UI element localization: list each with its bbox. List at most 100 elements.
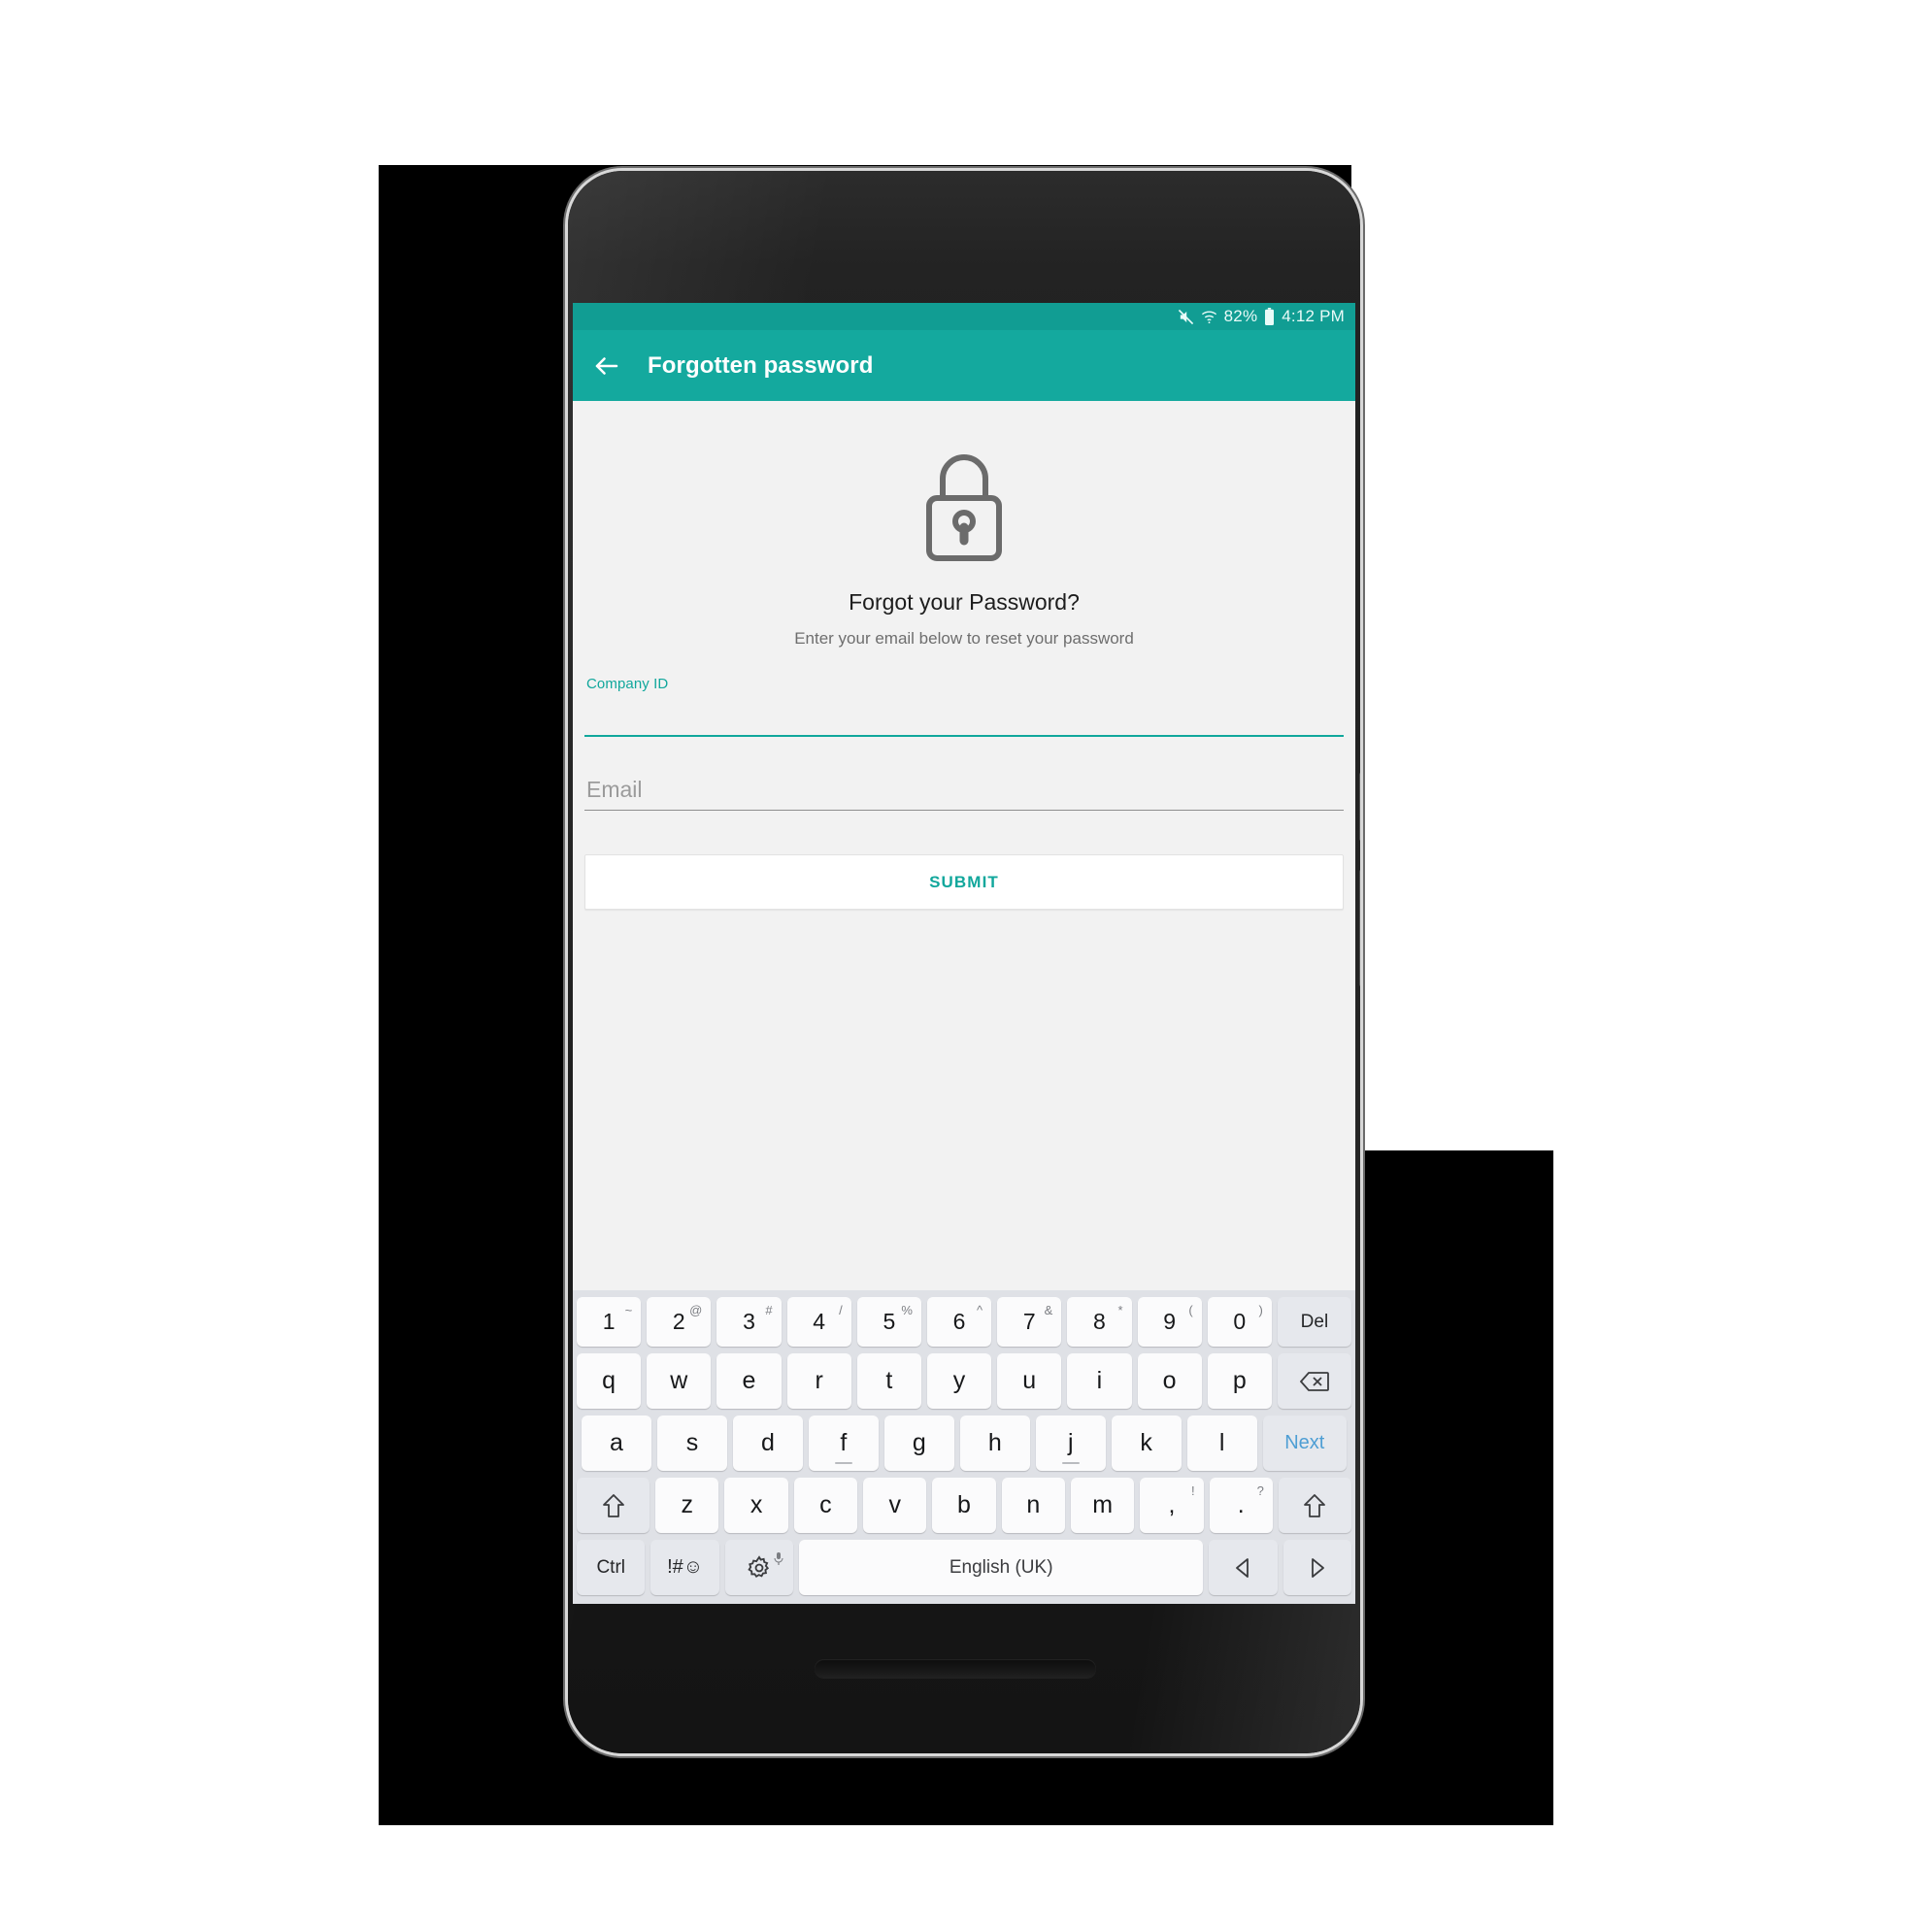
shift-icon-left[interactable] xyxy=(576,1478,650,1533)
key-label: 3 xyxy=(743,1309,755,1334)
key-1[interactable]: 1 ~ xyxy=(577,1297,642,1347)
key-label: u xyxy=(1022,1367,1037,1394)
key-label: p xyxy=(1232,1367,1247,1394)
lock-icon xyxy=(926,454,1002,561)
key-q[interactable]: q xyxy=(577,1353,642,1409)
content-area: Forgot your Password? Enter your email b… xyxy=(573,401,1355,1604)
key-o[interactable]: o xyxy=(1137,1353,1202,1409)
key-sup-label: ~ xyxy=(624,1303,633,1317)
key-sup-label: ( xyxy=(1188,1303,1193,1317)
email-input[interactable] xyxy=(584,767,1344,810)
key-label: i xyxy=(1096,1367,1103,1394)
lock-illustration xyxy=(573,401,1355,564)
key-t[interactable]: t xyxy=(856,1353,921,1409)
company-id-label: Company ID xyxy=(586,676,669,692)
key-c[interactable]: c xyxy=(793,1478,858,1533)
key-label: k xyxy=(1140,1429,1152,1456)
key-d[interactable]: d xyxy=(732,1416,803,1471)
key-period[interactable]: .? xyxy=(1209,1478,1273,1533)
key-label: x xyxy=(749,1491,763,1518)
key-i[interactable]: i xyxy=(1067,1353,1132,1409)
key-label: y xyxy=(952,1367,966,1394)
key-u[interactable]: u xyxy=(997,1353,1062,1409)
key-0[interactable]: 0) xyxy=(1207,1297,1272,1347)
key-label: o xyxy=(1162,1367,1177,1394)
key-f[interactable]: f xyxy=(808,1416,879,1471)
company-id-field[interactable]: Company ID xyxy=(584,676,1344,737)
key-y[interactable]: y xyxy=(926,1353,992,1409)
key-label: j xyxy=(1067,1429,1074,1456)
key-label: g xyxy=(912,1429,926,1456)
key-label: q xyxy=(602,1367,616,1394)
wifi-icon xyxy=(1201,310,1217,324)
backspace-icon[interactable] xyxy=(1277,1353,1351,1409)
company-id-input[interactable] xyxy=(584,692,1344,735)
key-x[interactable]: x xyxy=(724,1478,788,1533)
keyboard-row-numbers: 1 ~ 2 @ 3 # 4/ 5% 6 ^ 7 & 8 * 9( 0) Del xyxy=(577,1297,1351,1347)
key-z[interactable]: z xyxy=(655,1478,719,1533)
key-sup-label: ? xyxy=(1256,1483,1264,1498)
key-h[interactable]: h xyxy=(959,1416,1030,1471)
backdrop-rect-right xyxy=(1351,1150,1553,1825)
key-next[interactable]: Next xyxy=(1262,1416,1347,1471)
key-label: e xyxy=(742,1367,756,1394)
email-field[interactable] xyxy=(584,767,1344,811)
space-bar[interactable]: English (UK) xyxy=(799,1540,1204,1595)
key-b[interactable]: b xyxy=(932,1478,996,1533)
key-sup-label: % xyxy=(901,1303,913,1317)
key-k[interactable]: k xyxy=(1111,1416,1182,1471)
key-9[interactable]: 9( xyxy=(1137,1297,1202,1347)
page-title: Forgotten password xyxy=(648,351,874,379)
key-label: 2 xyxy=(672,1309,685,1334)
volume-button[interactable] xyxy=(1359,870,1360,986)
keyboard-row-home: a s d f g h j k l Next xyxy=(577,1416,1351,1471)
key-delete[interactable]: Del xyxy=(1277,1297,1351,1347)
key-8[interactable]: 8 * xyxy=(1067,1297,1132,1347)
key-w[interactable]: w xyxy=(647,1353,712,1409)
key-ctrl[interactable]: Ctrl xyxy=(577,1540,646,1595)
submit-button[interactable]: SUBMIT xyxy=(584,854,1344,910)
key-label: z xyxy=(681,1491,694,1518)
power-button[interactable] xyxy=(1359,773,1360,841)
arrow-right-icon[interactable] xyxy=(1282,1540,1351,1595)
key-p[interactable]: p xyxy=(1207,1353,1272,1409)
key-label: m xyxy=(1092,1491,1114,1518)
back-arrow-icon[interactable] xyxy=(592,351,621,381)
key-label: 6 xyxy=(952,1309,966,1334)
key-r[interactable]: r xyxy=(786,1353,851,1409)
key-4[interactable]: 4/ xyxy=(786,1297,851,1347)
key-label: l xyxy=(1218,1429,1225,1456)
reset-password-form: Company ID xyxy=(573,676,1355,811)
arrow-left-icon[interactable] xyxy=(1209,1540,1278,1595)
key-sup-label: # xyxy=(765,1303,773,1317)
key-5[interactable]: 5% xyxy=(856,1297,921,1347)
key-6[interactable]: 6 ^ xyxy=(926,1297,992,1347)
soft-keyboard: 1 ~ 2 @ 3 # 4/ 5% 6 ^ 7 & 8 * 9( 0) Del q xyxy=(573,1290,1355,1604)
key-j[interactable]: j xyxy=(1035,1416,1106,1471)
key-label: . xyxy=(1237,1491,1245,1518)
key-s[interactable]: s xyxy=(656,1416,727,1471)
key-m[interactable]: m xyxy=(1070,1478,1135,1533)
key-l[interactable]: l xyxy=(1186,1416,1257,1471)
key-sup-label: ^ xyxy=(977,1303,983,1317)
key-comma[interactable]: ,! xyxy=(1140,1478,1204,1533)
key-g[interactable]: g xyxy=(883,1416,954,1471)
key-v[interactable]: v xyxy=(863,1478,927,1533)
key-a[interactable]: a xyxy=(582,1416,651,1471)
subheadline-text: Enter your email below to reset your pas… xyxy=(794,629,1134,648)
key-label: f xyxy=(840,1429,848,1456)
mute-icon xyxy=(1178,309,1194,325)
key-3[interactable]: 3 # xyxy=(716,1297,782,1347)
key-label: 5 xyxy=(883,1309,896,1334)
key-e[interactable]: e xyxy=(716,1353,782,1409)
key-n[interactable]: n xyxy=(1001,1478,1065,1533)
key-label: b xyxy=(957,1491,971,1518)
company-id-underline xyxy=(584,735,1344,737)
key-2[interactable]: 2 @ xyxy=(647,1297,712,1347)
home-row-marker xyxy=(1061,1462,1080,1464)
key-label: 0 xyxy=(1233,1309,1247,1334)
key-7[interactable]: 7 & xyxy=(997,1297,1062,1347)
gear-icon[interactable] xyxy=(724,1540,794,1595)
key-symbols[interactable]: !#☺ xyxy=(650,1540,719,1595)
shift-icon-right[interactable] xyxy=(1278,1478,1352,1533)
